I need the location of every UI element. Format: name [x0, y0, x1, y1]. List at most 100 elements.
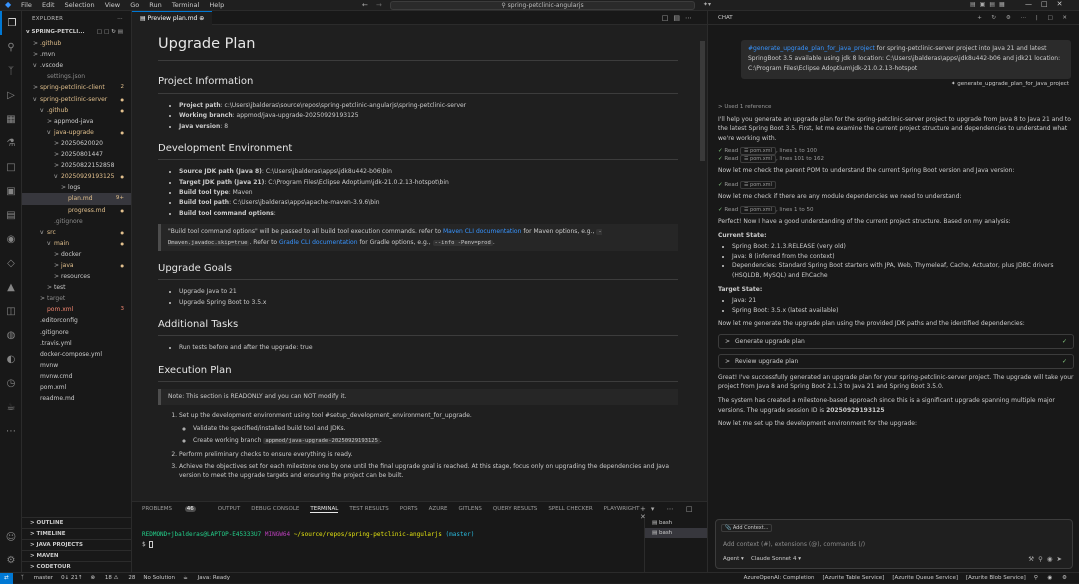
more-actions-icon[interactable]: ⋯ — [117, 11, 123, 27]
tab-gitlens[interactable]: GITLENS — [459, 506, 482, 512]
tab-spell-checker[interactable]: SPELL CHECKER — [548, 506, 592, 512]
explorer-toolbar-icons[interactable]: □□↻▤ — [97, 27, 125, 38]
window-controls[interactable]: —□✕ — [1025, 0, 1071, 8]
branch-status[interactable]: ᛉ master — [21, 575, 53, 581]
tab-preview-plan[interactable]: ▤ Preview plan.md ⊕ — [132, 10, 213, 25]
notifications-icon[interactable]: ⚲ ◉ ⚙ — [1034, 575, 1071, 581]
problems-status[interactable]: ⊗ 18 ⚠ 28 — [91, 575, 136, 581]
tool-reference-chip[interactable]: ✦ generate_upgrade_plan_for_java_project — [951, 80, 1069, 89]
tree-item[interactable]: > .github — [22, 38, 131, 49]
maven-cli-link[interactable]: Maven CLI documentation — [443, 228, 521, 235]
tab-output[interactable]: OUTPUT — [218, 506, 240, 512]
containers-icon[interactable]: ▣ — [0, 179, 22, 203]
menu-run[interactable]: Run — [149, 1, 161, 9]
send-button[interactable]: ⚒⚲◉➤ — [1028, 554, 1066, 564]
back-arrow-icon[interactable]: ← — [362, 1, 368, 9]
tab-query-results[interactable]: QUERY RESULTS — [493, 506, 537, 512]
extensions-icon[interactable]: ▦ — [0, 107, 22, 131]
terminal-item[interactable]: ▤ bash — [645, 528, 707, 538]
command-center-search[interactable]: ⚲ spring-petclinic-angularjs — [390, 1, 695, 10]
app-modernization-icon[interactable]: ◇ — [0, 251, 22, 275]
menu-view[interactable]: View — [105, 1, 120, 9]
azurite-table-status[interactable]: [Azurite Table Service] — [823, 575, 885, 581]
tree-item[interactable]: > appmod-java — [22, 116, 131, 127]
forward-arrow-icon[interactable]: → — [376, 1, 382, 9]
section-maven[interactable]: > MAVEN — [22, 550, 131, 561]
search-icon[interactable]: ⚲ — [0, 35, 22, 59]
gradle-cli-link[interactable]: Gradle CLI documentation — [279, 239, 358, 246]
section-codetour[interactable]: > CODETOUR — [22, 561, 131, 572]
notebook-icon[interactable]: ▤ — [0, 203, 22, 227]
account-icon[interactable]: ☺ — [0, 525, 22, 549]
tab-problems[interactable]: PROBLEMS 46 — [142, 506, 207, 512]
chat-input[interactable]: Add context (#), extensions (@), command… — [723, 540, 865, 550]
tab-azure[interactable]: AZURE — [429, 506, 448, 512]
source-control-icon[interactable]: ᛉ — [0, 59, 22, 83]
tree-item[interactable]: > logs — [22, 182, 131, 193]
tab-debug-console[interactable]: DEBUG CONSOLE — [251, 506, 299, 512]
file-chip[interactable]: ☰ pom.xml — [739, 180, 776, 189]
explorer-root[interactable]: v SPRING-PETCLI... □□↻▤ — [22, 27, 131, 38]
tree-item[interactable]: > java ● — [22, 260, 131, 271]
tree-item[interactable]: > .mvn — [22, 49, 131, 60]
tab-playwright[interactable]: PLAYWRIGHT — [604, 506, 640, 512]
tab-terminal[interactable]: TERMINAL — [310, 506, 339, 513]
azurite-blob-status[interactable]: [Azurite Blob Service] — [966, 575, 1026, 581]
tree-item[interactable]: settings.json — [22, 71, 131, 82]
menu-go[interactable]: Go — [130, 1, 139, 9]
tree-item[interactable]: >20250822152858 — [22, 160, 131, 171]
tab-ports[interactable]: PORTS — [400, 506, 418, 512]
tree-item[interactable]: v main ● — [22, 238, 131, 249]
testing-icon[interactable]: ⚗ — [0, 131, 22, 155]
tree-item[interactable]: v 20250929193125 ● — [22, 171, 131, 182]
tree-item[interactable]: v .vscode — [22, 60, 131, 71]
tree-item[interactable]: .gitignore — [22, 216, 131, 227]
menu-selection[interactable]: Selection — [65, 1, 95, 9]
docker-icon[interactable]: ◐ — [0, 347, 22, 371]
settings-gear-icon[interactable]: ⚙ — [0, 548, 22, 572]
tree-item[interactable]: progress.md ● — [22, 205, 131, 216]
tree-item[interactable]: >20250620020 — [22, 138, 131, 149]
add-context-button[interactable]: 📎 Add Context... — [721, 524, 773, 533]
scrollbar-thumb[interactable] — [700, 41, 705, 161]
azurite-queue-status[interactable]: [Azurite Queue Service] — [892, 575, 958, 581]
section-outline[interactable]: > OUTLINE — [22, 517, 131, 528]
used-references[interactable]: > Used 1 reference — [718, 103, 1074, 112]
tree-item[interactable]: > spring-petclinic-client 2 — [22, 82, 131, 93]
section-java-projects[interactable]: > JAVA PROJECTS — [22, 539, 131, 550]
file-chip[interactable]: ☰ pom.xml — [739, 146, 776, 155]
tree-item[interactable]: pom.xml 3 — [22, 304, 131, 315]
menu-file[interactable]: File — [21, 1, 32, 9]
gitlens-icon[interactable]: ◍ — [0, 323, 22, 347]
step-generate-plan[interactable]: > Generate upgrade plan ✓ — [718, 333, 1074, 349]
terminal-item[interactable]: ▤ bash — [645, 518, 707, 528]
section-timeline[interactable]: > TIMELINE — [22, 528, 131, 539]
database-icon[interactable]: ◫ — [0, 299, 22, 323]
more-icon[interactable]: ⋯ — [0, 419, 22, 443]
chat-toolbar[interactable]: + ↻ ⚙ ⋯ | □ ✕ — [977, 11, 1071, 25]
tree-item[interactable]: >20250801447 — [22, 149, 131, 160]
tree-item[interactable]: .gitignore — [22, 327, 131, 338]
layout-controls[interactable]: ▤▣▤▦ — [970, 1, 1009, 8]
terminal-output[interactable]: REDMOND+jbalderas@LAPTOP-E45333U7 MINGW6… — [142, 530, 474, 550]
model-picker[interactable]: Claude Sonnet 4 ▾ — [751, 555, 801, 564]
solution-status[interactable]: No Solution — [143, 575, 175, 581]
menu-terminal[interactable]: Terminal — [172, 1, 199, 9]
remote-indicator[interactable]: ⇄ — [0, 572, 13, 584]
timeline-icon[interactable]: ◷ — [0, 371, 22, 395]
sync-status[interactable]: 0↓ 21↑ — [61, 575, 82, 581]
azure-openai-status[interactable]: AzureOpenAI: Completion — [744, 575, 815, 581]
java-status[interactable]: ☕ Java: Ready — [183, 575, 230, 581]
tree-item[interactable]: plan.md 9+ — [22, 193, 131, 205]
tree-item[interactable]: > docker — [22, 249, 131, 260]
file-chip[interactable]: ☰ pom.xml — [739, 206, 776, 215]
copilot-chat-icon[interactable]: ◉ — [0, 227, 22, 251]
tree-item[interactable]: v src ● — [22, 227, 131, 238]
tree-item[interactable]: mvnw.cmd — [22, 371, 131, 382]
azure-icon[interactable]: ▲ — [0, 275, 22, 299]
tree-item[interactable]: mvnw — [22, 360, 131, 371]
tree-item[interactable]: v .github ● — [22, 105, 131, 116]
tree-item[interactable]: readme.md — [22, 393, 131, 404]
tab-test-results[interactable]: TEST RESULTS — [349, 506, 388, 512]
step-review-plan[interactable]: > Review upgrade plan ✓ — [718, 353, 1074, 369]
